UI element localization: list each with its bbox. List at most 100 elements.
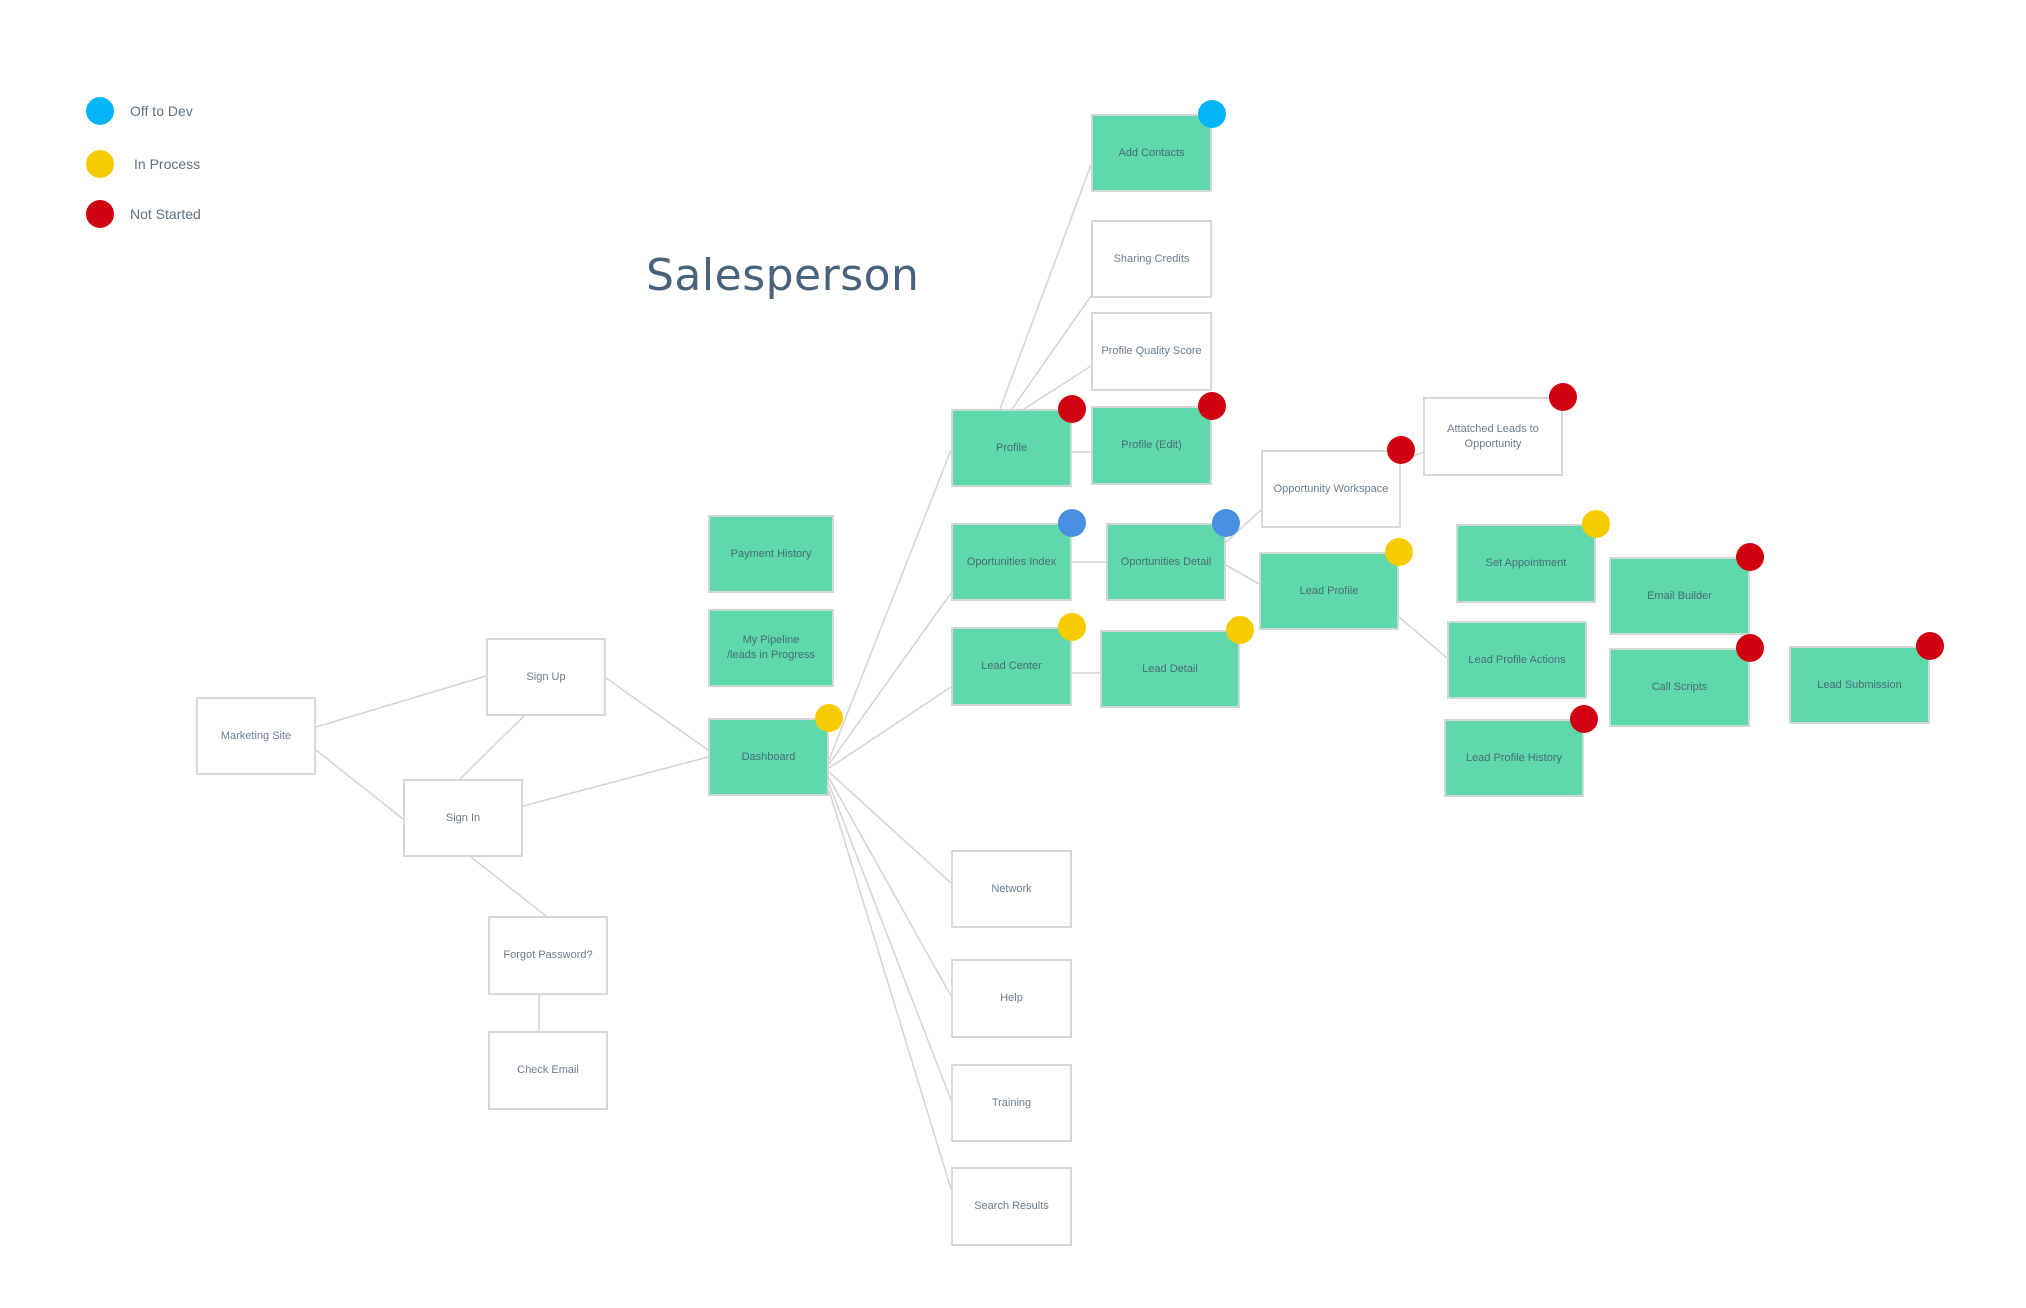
node-label: Call Scripts <box>1651 681 1708 693</box>
node-label: Forgot Password? <box>503 949 593 961</box>
status-dot-in-process-icon <box>1582 510 1610 538</box>
diagram-title: Salesperson <box>646 250 920 301</box>
node-label: Help <box>1000 992 1023 1004</box>
connector-dashboard-to-training <box>828 783 952 1101</box>
status-dot-in-process-icon <box>1226 616 1254 644</box>
node-lead-detail[interactable]: Lead Detail <box>1100 630 1240 708</box>
node-payment-history[interactable]: Payment History <box>708 515 834 593</box>
node-lead-profile-actions[interactable]: Lead Profile Actions <box>1447 621 1587 699</box>
node-label: Lead Submission <box>1817 678 1902 691</box>
legend-label: Off to Dev <box>130 103 193 119</box>
node-lead-center[interactable]: Lead Center <box>951 627 1072 706</box>
connector-marketing-site-to-sign-in <box>315 749 404 820</box>
connector-sign-in-to-forgot-password <box>470 856 547 917</box>
status-dot-off-to-dev-icon <box>86 97 114 125</box>
node-label: Email Builder <box>1647 589 1712 602</box>
node-attached-leads[interactable]: Attatched Leads to Opportunity <box>1423 397 1563 476</box>
node-label: Sign Up <box>526 670 566 683</box>
connector-dashboard-to-lead-center <box>828 686 952 769</box>
legend-label: In Process <box>134 156 201 172</box>
node-label: Profile Quality Score <box>1101 345 1202 357</box>
node-label: Oportunities Index <box>966 555 1057 568</box>
status-dot-in-dev-blue-icon <box>1058 509 1086 537</box>
connector-marketing-site-to-sign-up <box>315 675 487 728</box>
status-dot-not-started-icon <box>1058 395 1086 423</box>
node-label: My Pipeline /leads in Progress <box>726 634 816 661</box>
status-dot-in-process-icon <box>815 704 843 732</box>
legend-item-not-started: Not Started <box>86 200 201 228</box>
node-sign-up[interactable]: Sign Up <box>486 638 606 716</box>
node-label: Sharing Credits <box>1113 252 1190 265</box>
node-label: Opportunity Workspace <box>1273 482 1389 495</box>
connector-dashboard-to-profile <box>828 449 952 761</box>
node-opportunities-detail[interactable]: Oportunities Detail <box>1106 523 1226 601</box>
status-dot-not-started-icon <box>1570 705 1598 733</box>
node-training[interactable]: Training <box>951 1064 1072 1142</box>
node-profile-edit[interactable]: Profile (Edit) <box>1091 406 1212 485</box>
node-email-builder[interactable]: Email Builder <box>1609 557 1750 635</box>
node-label: Lead Profile <box>1299 584 1359 597</box>
status-dot-in-process-icon <box>1058 613 1086 641</box>
status-dot-in-process-icon <box>1385 538 1413 566</box>
status-dot-off-to-dev-icon <box>1198 100 1226 128</box>
connector-sign-up-to-sign-in <box>459 715 525 780</box>
node-sign-in[interactable]: Sign In <box>403 779 523 857</box>
node-opportunity-workspace[interactable]: Opportunity Workspace <box>1261 450 1401 528</box>
node-my-pipeline[interactable]: My Pipeline /leads in Progress <box>708 609 834 687</box>
node-label: Search Results <box>974 1200 1049 1212</box>
node-label: Marketing Site <box>220 729 292 742</box>
status-dot-not-started-icon <box>1387 436 1415 464</box>
node-lead-submission[interactable]: Lead Submission <box>1789 646 1930 724</box>
connector-dashboard-to-opportunities-index <box>828 592 952 765</box>
node-label: Add Contacts <box>1118 146 1185 159</box>
node-add-contacts[interactable]: Add Contacts <box>1091 114 1212 192</box>
status-dot-not-started-icon <box>1549 383 1577 411</box>
legend-item-in-process: In Process <box>86 150 200 178</box>
status-dot-not-started-icon <box>1198 392 1226 420</box>
node-help[interactable]: Help <box>951 959 1072 1038</box>
node-lead-profile[interactable]: Lead Profile <box>1259 552 1399 630</box>
node-label: Network <box>991 882 1032 895</box>
node-lead-profile-history[interactable]: Lead Profile History <box>1444 719 1584 797</box>
connector-sign-up-to-dashboard <box>605 677 709 751</box>
node-label: Profile <box>995 441 1028 454</box>
connector-profile-to-add-contacts <box>999 164 1092 410</box>
legend-label: Not Started <box>130 206 201 222</box>
status-dot-not-started-icon <box>1736 543 1764 571</box>
connector-dashboard-to-search-results <box>828 789 952 1190</box>
node-marketing-site[interactable]: Marketing Site <box>196 697 316 775</box>
node-label: Training <box>991 1096 1032 1109</box>
node-dashboard[interactable]: Dashboard <box>708 718 829 796</box>
connector-opportunities-detail-to-lead-profile <box>1225 564 1260 585</box>
node-label: Sign In <box>445 811 481 824</box>
status-dot-in-process-icon <box>86 150 114 178</box>
node-set-appointment[interactable]: Set Appointment <box>1456 524 1596 603</box>
connector-lead-profile-to-lead-profile-actions <box>1398 616 1448 659</box>
node-label: Check Email <box>517 1064 579 1076</box>
connector-sign-in-to-dashboard <box>522 756 709 807</box>
node-label: Set Appointment <box>1485 557 1567 569</box>
node-label: Payment History <box>730 547 812 560</box>
node-network[interactable]: Network <box>951 850 1072 928</box>
node-profile-quality-score[interactable]: Profile Quality Score <box>1091 312 1212 391</box>
status-dot-not-started-icon <box>86 200 114 228</box>
node-label: Dashboard <box>741 750 796 763</box>
connector-dashboard-to-help <box>828 777 952 997</box>
node-label: Attatched Leads to Opportunity <box>1447 422 1539 450</box>
status-dot-not-started-icon <box>1736 634 1764 662</box>
status-dot-not-started-icon <box>1916 632 1944 660</box>
node-forgot-password[interactable]: Forgot Password? <box>488 916 608 995</box>
node-label: Lead Profile History <box>1466 751 1562 764</box>
node-opportunities-index[interactable]: Oportunities Index <box>951 523 1072 601</box>
node-call-scripts[interactable]: Call Scripts <box>1609 648 1750 727</box>
node-label: Profile (Edit) <box>1121 439 1182 451</box>
connector-dashboard-to-network <box>828 771 952 884</box>
node-label: Lead Center <box>981 660 1042 672</box>
node-sharing-credits[interactable]: Sharing Credits <box>1091 220 1212 298</box>
node-profile[interactable]: Profile <box>951 409 1072 487</box>
node-search-results[interactable]: Search Results <box>951 1167 1072 1246</box>
node-label: Lead Profile Actions <box>1468 653 1566 666</box>
node-label: Lead Detail <box>1142 662 1198 675</box>
node-check-email[interactable]: Check Email <box>488 1031 608 1110</box>
status-dot-in-dev-blue-icon <box>1212 509 1240 537</box>
